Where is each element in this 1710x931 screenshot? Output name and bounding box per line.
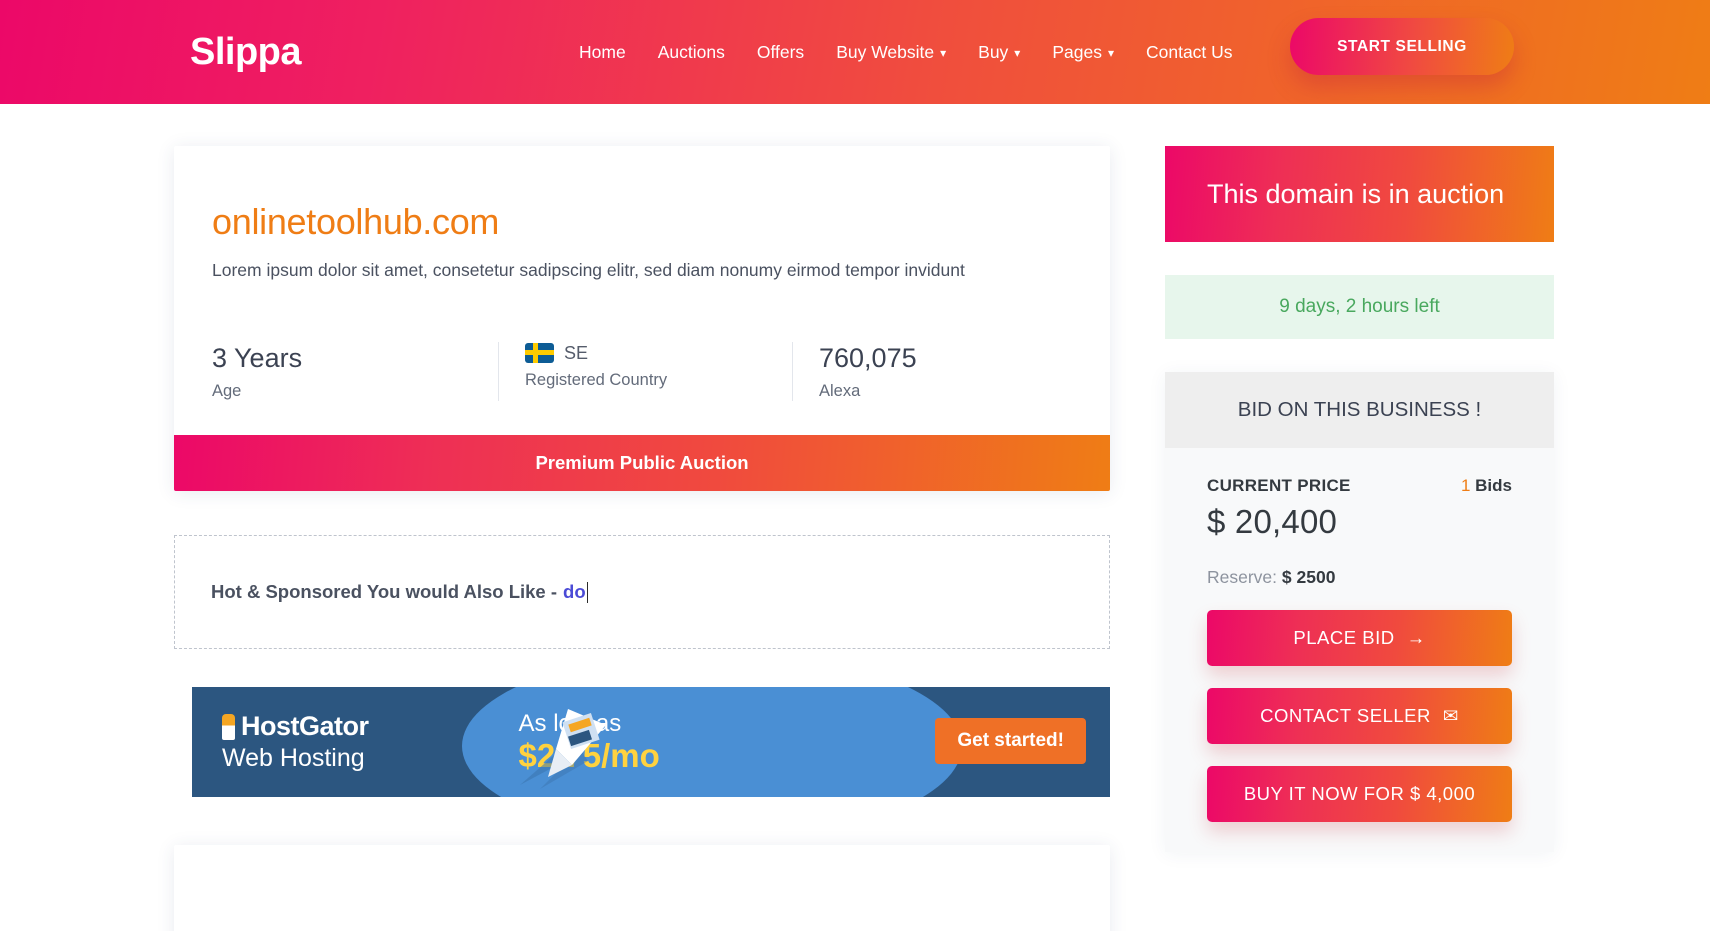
- nav-item-pages[interactable]: Pages ▾: [1052, 42, 1114, 63]
- bid-panel: BID ON THIS BUSINESS ! CURRENT PRICE 1 B…: [1165, 372, 1554, 852]
- sponsored-text: Hot & Sponsored You would Also Like - do: [211, 581, 589, 603]
- main-column: onlinetoolhub.com Lorem ipsum dolor sit …: [174, 146, 1110, 931]
- buy-it-now-button[interactable]: BUY IT NOW FOR $ 4,000: [1207, 766, 1512, 822]
- sponsored-editable-box[interactable]: Hot & Sponsored You would Also Like - do: [174, 535, 1110, 650]
- sweden-flag-icon: [525, 342, 554, 363]
- text-cursor-icon: [586, 581, 589, 603]
- current-price-label: CURRENT PRICE: [1207, 476, 1351, 495]
- page-title: onlinetoolhub.com: [212, 201, 500, 242]
- contact-seller-label: CONTACT SELLER: [1260, 705, 1431, 726]
- buy-it-now-label: BUY IT NOW FOR $ 4,000: [1243, 783, 1476, 804]
- sidebar: This domain is in auction 9 days, 2 hour…: [1165, 146, 1554, 931]
- nav-label: Offers: [756, 41, 805, 62]
- nav-label: Pages: [1052, 41, 1102, 62]
- sponsored-typed-text: do: [563, 581, 586, 603]
- stat-alexa: 760,075 Alexa: [792, 341, 1072, 402]
- nav-label: Buy Website: [836, 41, 935, 62]
- brand-logo[interactable]: Slippa: [190, 33, 302, 71]
- time-left-badge: 9 days, 2 hours left: [1165, 275, 1554, 339]
- envelope-icon: ✉: [1442, 705, 1459, 726]
- current-price-value: $ 20,400: [1207, 503, 1338, 540]
- bids-word: Bids: [1475, 476, 1512, 495]
- nav-item-home[interactable]: Home: [579, 42, 626, 63]
- bids-number: 1: [1460, 476, 1471, 495]
- arrow-right-icon: →: [1406, 627, 1426, 648]
- reserve-label: Reserve:: [1207, 567, 1278, 587]
- stat-value: 3 Years: [212, 342, 303, 373]
- paper-plane-icon: [520, 709, 606, 790]
- nav-label: Buy: [978, 41, 1009, 62]
- nav-label: Home: [579, 41, 626, 62]
- bids-count: 1 Bids: [1461, 476, 1512, 496]
- stat-value: 760,075: [819, 342, 917, 373]
- auction-status-banner: This domain is in auction: [1165, 146, 1554, 242]
- listing-card: onlinetoolhub.com Lorem ipsum dolor sit …: [174, 146, 1110, 492]
- ad-subtitle: Web Hosting: [222, 744, 365, 773]
- nav-label: Contact Us: [1145, 41, 1233, 62]
- ad-brand-row: HostGator: [222, 711, 369, 742]
- gator-mascot-icon: [222, 713, 235, 740]
- nav-item-offers[interactable]: Offers: [757, 42, 804, 63]
- place-bid-button[interactable]: PLACE BID →: [1207, 610, 1512, 666]
- stat-value-wrapper: SE: [525, 342, 772, 365]
- reserve-value: $ 2500: [1281, 567, 1336, 587]
- contact-seller-button[interactable]: CONTACT SELLER ✉: [1207, 688, 1512, 744]
- ad-get-started-button[interactable]: Get started!: [935, 718, 1086, 765]
- nav-item-contact-us[interactable]: Contact Us: [1146, 42, 1233, 63]
- content-container: onlinetoolhub.com Lorem ipsum dolor sit …: [174, 146, 1554, 931]
- bid-panel-body: CURRENT PRICE 1 Bids $ 20,400 Reserve: $…: [1165, 448, 1554, 852]
- listing-description: Lorem ipsum dolor sit amet, consetetur s…: [212, 260, 965, 281]
- ad-brand-name: HostGator: [241, 711, 369, 742]
- next-section-card: [174, 845, 1110, 931]
- hostgator-ad-banner[interactable]: HostGator Web Hosting As low as $2.75/mo: [192, 687, 1110, 798]
- stat-age: 3 Years Age: [212, 342, 498, 402]
- listing-stats: 3 Years Age SE Registered Country 760,07…: [212, 341, 1072, 436]
- stat-label: Alexa: [819, 382, 861, 401]
- listing-body: onlinetoolhub.com Lorem ipsum dolor sit …: [174, 146, 1110, 435]
- place-bid-label: PLACE BID: [1293, 627, 1395, 648]
- nav-item-auctions[interactable]: Auctions: [658, 42, 725, 63]
- site-header: Slippa Home Auctions Offers Buy Website …: [0, 0, 1710, 104]
- sponsored-label: Hot & Sponsored You would Also Like -: [211, 581, 558, 603]
- page-body: onlinetoolhub.com Lorem ipsum dolor sit …: [0, 104, 1710, 931]
- nav-item-buy-website[interactable]: Buy Website ▾: [836, 42, 946, 63]
- chevron-down-icon: ▾: [1107, 46, 1114, 60]
- stat-value: SE: [564, 342, 589, 363]
- reserve-row: Reserve: $ 2500: [1207, 567, 1512, 588]
- ad-brand-block: HostGator Web Hosting: [192, 711, 369, 773]
- stat-label: Registered Country: [525, 371, 668, 390]
- nav-item-buy[interactable]: Buy ▾: [978, 42, 1020, 63]
- stat-label: Age: [212, 382, 242, 401]
- price-row: CURRENT PRICE 1 Bids: [1207, 476, 1512, 496]
- nav-label: Auctions: [657, 41, 725, 62]
- bid-panel-title: BID ON THIS BUSINESS !: [1165, 372, 1554, 448]
- chevron-down-icon: ▾: [940, 46, 947, 60]
- chevron-down-icon: ▾: [1014, 46, 1021, 60]
- stat-registered-country: SE Registered Country: [498, 341, 792, 402]
- auction-type-banner: Premium Public Auction: [174, 435, 1110, 492]
- main-navigation: Home Auctions Offers Buy Website ▾ Buy ▾…: [579, 42, 1233, 63]
- start-selling-button[interactable]: START SELLING: [1290, 18, 1514, 75]
